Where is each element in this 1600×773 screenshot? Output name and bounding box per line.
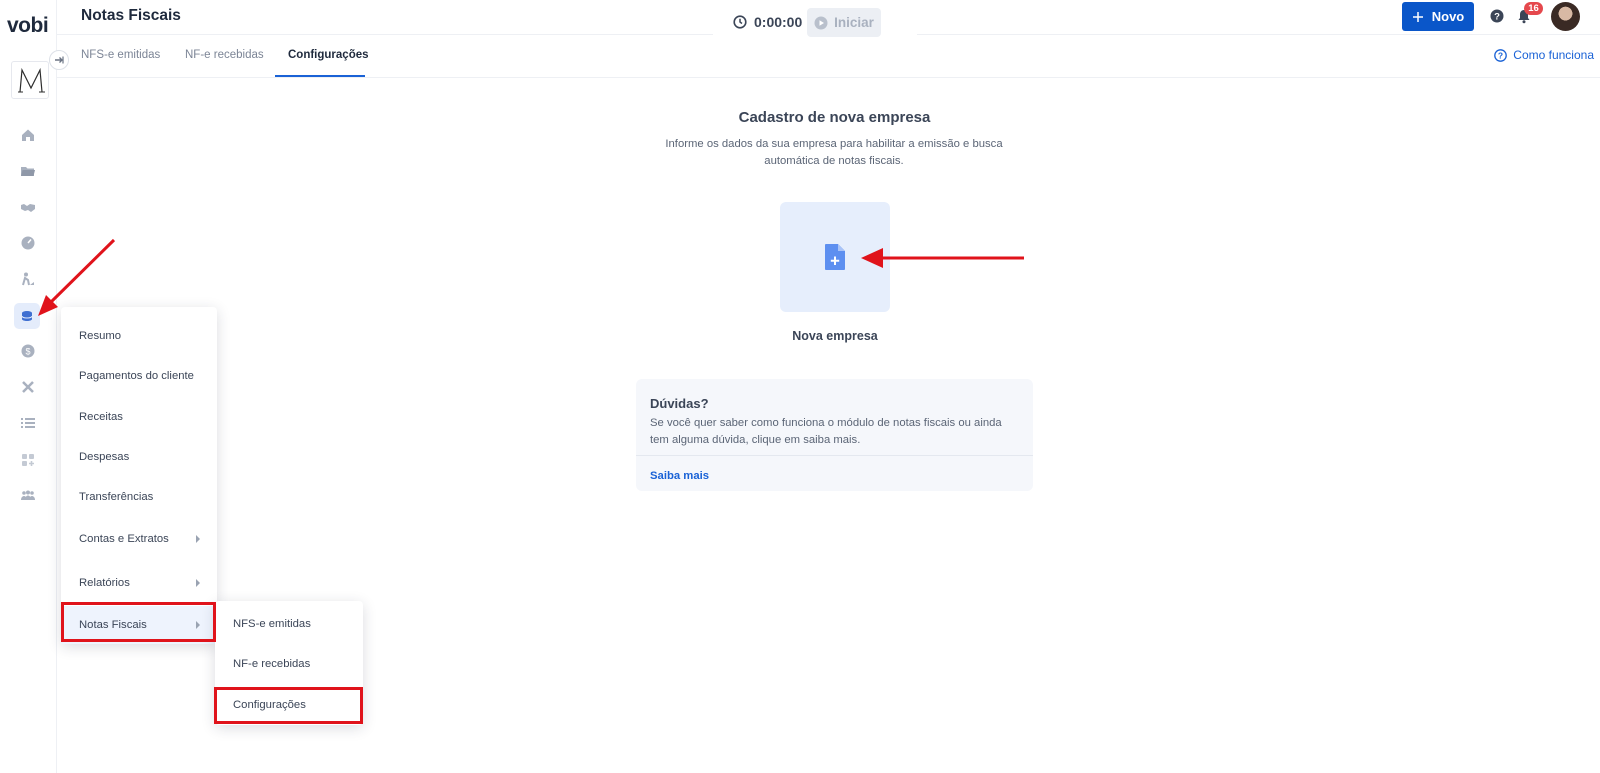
notas-fiscais-submenu: NFS-e emitidas NF-e recebidas Configuraç…: [215, 601, 363, 725]
menu-item-relatorios[interactable]: Relatórios: [61, 564, 217, 602]
start-timer-label: Iniciar: [834, 15, 874, 30]
submenu-item-configuracoes[interactable]: Configurações: [215, 686, 363, 724]
menu-item-despesas[interactable]: Despesas: [61, 438, 217, 476]
file-plus-icon: [825, 244, 845, 270]
menu-item-pagamentos-cliente[interactable]: Pagamentos do cliente: [61, 357, 217, 395]
help-card-divider: [636, 455, 1033, 456]
tab-bar: NFS-e emitidas NF-e recebidas Configuraç…: [57, 35, 1600, 78]
new-company-card[interactable]: [780, 202, 890, 312]
learn-more-link[interactable]: Saiba mais: [650, 470, 709, 482]
help-card: Dúvidas? Se você quer saber como funcion…: [636, 379, 1033, 491]
menu-item-resumo[interactable]: Resumo: [61, 317, 217, 355]
gauge-icon[interactable]: [17, 232, 39, 254]
how-it-works-label: Como funciona: [1513, 48, 1594, 62]
how-it-works-link[interactable]: ? Como funciona: [1494, 48, 1594, 62]
new-company-label: Nova empresa: [792, 329, 878, 343]
company-monogram-icon: [18, 67, 45, 93]
menu-item-label: Resumo: [79, 330, 122, 342]
menu-item-label: Relatórios: [79, 577, 130, 589]
svg-text:?: ?: [1494, 12, 1500, 23]
dollar-icon[interactable]: $: [17, 340, 39, 362]
handshake-icon[interactable]: [17, 196, 39, 218]
menu-item-label: Receitas: [79, 411, 123, 423]
submenu-item-label: NF-e recebidas: [233, 658, 311, 670]
top-header: Notas Fiscais 0:00:00 Iniciar Novo ? 16: [57, 0, 1600, 44]
user-avatar[interactable]: [1551, 2, 1580, 31]
menu-item-label: Despesas: [79, 451, 130, 463]
help-card-text: Se você quer saber como funciona o módul…: [650, 417, 1002, 446]
menu-item-label: Transferências: [79, 491, 154, 503]
submenu-item-nfse-emitidas[interactable]: NFS-e emitidas: [215, 605, 363, 643]
home-icon[interactable]: [17, 124, 39, 146]
active-tab-indicator: [275, 75, 365, 77]
page-title: Notas Fiscais: [81, 7, 181, 24]
timer-display: 0:00:00: [733, 14, 802, 30]
clock-icon: [733, 15, 747, 29]
app-root: vobi $ Notas Fiscais 0:00:00 Iniciar Nov…: [0, 0, 1600, 773]
section-title: Cadastro de nova empresa: [738, 109, 931, 126]
submenu-item-label: Configurações: [233, 699, 306, 711]
tab-nfse-emitidas[interactable]: NFS-e emitidas: [81, 49, 160, 61]
apps-icon[interactable]: [17, 449, 39, 471]
tab-nfe-recebidas[interactable]: NF-e recebidas: [185, 49, 264, 61]
brand-logo[interactable]: vobi: [7, 14, 49, 38]
plus-icon: [1412, 11, 1423, 22]
svg-text:?: ?: [1498, 50, 1503, 60]
start-timer-button[interactable]: Iniciar: [807, 8, 881, 37]
menu-item-transferencias[interactable]: Transferências: [61, 478, 217, 516]
menu-item-notas-fiscais[interactable]: Notas Fiscais: [61, 606, 217, 644]
company-logo[interactable]: [11, 61, 49, 99]
menu-item-receitas[interactable]: Receitas: [61, 398, 217, 436]
tab-configuracoes[interactable]: Configurações: [288, 49, 369, 61]
worker-icon[interactable]: [17, 268, 39, 290]
expand-sidebar-button[interactable]: [49, 50, 69, 70]
team-icon[interactable]: [17, 485, 39, 507]
finance-menu: Resumo Pagamentos do cliente Receitas De…: [61, 307, 217, 644]
folder-icon[interactable]: [17, 160, 39, 182]
arrow-right-icon: [55, 56, 64, 64]
help-icon[interactable]: ?: [1490, 9, 1504, 28]
submenu-item-label: NFS-e emitidas: [233, 618, 311, 630]
menu-item-label: Contas e Extratos: [79, 533, 169, 545]
timer-value: 0:00:00: [754, 14, 803, 30]
menu-item-label: Pagamentos do cliente: [79, 370, 194, 382]
new-button[interactable]: Novo: [1402, 2, 1474, 31]
chevron-right-icon: [196, 579, 200, 587]
finance-icon[interactable]: [14, 303, 40, 329]
menu-item-label: Notas Fiscais: [79, 619, 147, 631]
new-button-label: Novo: [1431, 9, 1465, 24]
question-circle-icon: ?: [1494, 48, 1508, 62]
help-card-title: Dúvidas?: [650, 396, 709, 411]
chevron-right-icon: [196, 621, 200, 629]
menu-item-contas-extratos[interactable]: Contas e Extratos: [61, 520, 217, 558]
notification-badge: 16: [1524, 2, 1543, 15]
svg-text:$: $: [25, 347, 30, 357]
list-icon[interactable]: [17, 412, 39, 434]
tools-icon[interactable]: [17, 376, 39, 398]
chevron-right-icon: [196, 535, 200, 543]
section-description: Informe os dados da sua empresa para hab…: [665, 138, 1003, 167]
play-icon: [814, 16, 828, 29]
submenu-item-nfe-recebidas[interactable]: NF-e recebidas: [215, 645, 363, 683]
